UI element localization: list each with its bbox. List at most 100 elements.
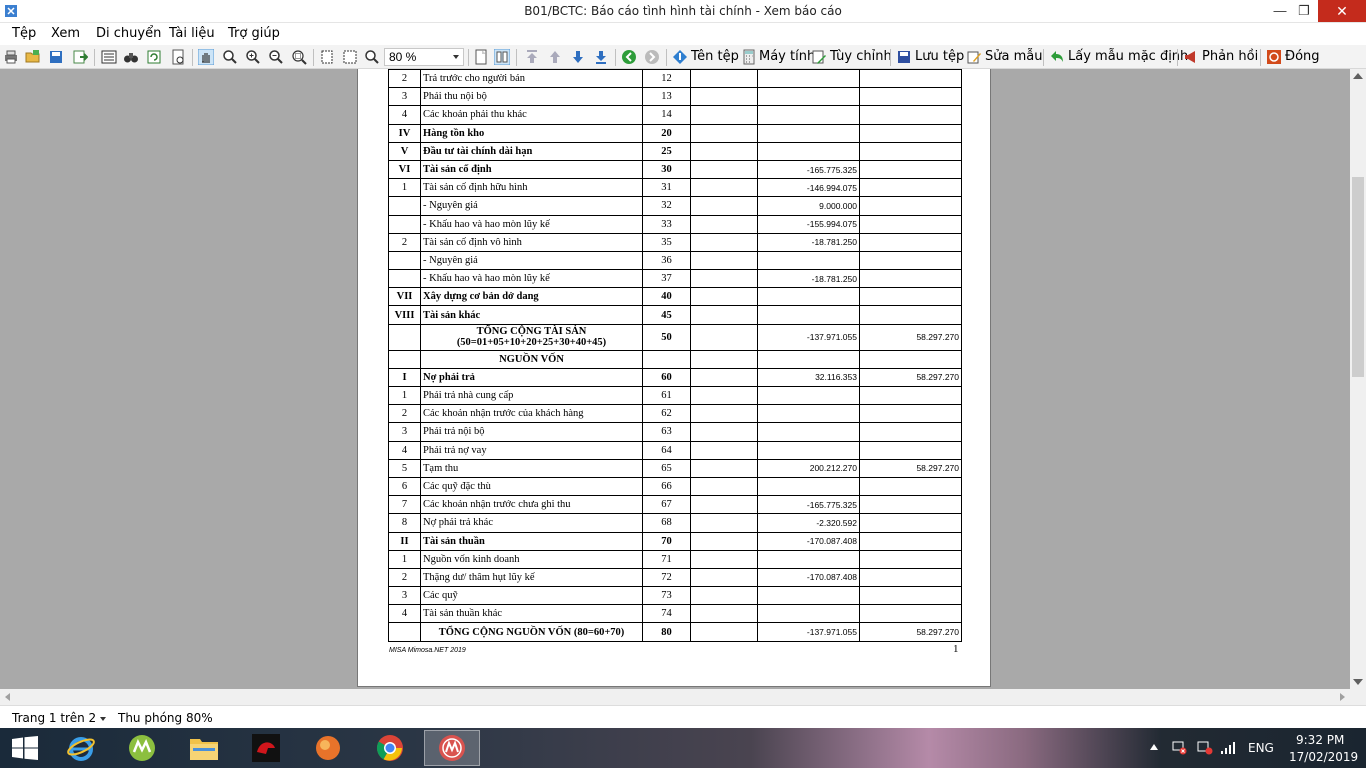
fit-width-icon[interactable] bbox=[319, 49, 335, 65]
zoom-out-icon[interactable] bbox=[268, 49, 284, 65]
page-number: 1 bbox=[953, 643, 959, 655]
scroll-down-icon[interactable] bbox=[1353, 679, 1363, 685]
refresh-icon[interactable] bbox=[146, 49, 162, 65]
single-page-icon[interactable] bbox=[473, 49, 489, 65]
windows-start-icon[interactable] bbox=[12, 736, 38, 760]
current-year-value bbox=[757, 422, 860, 442]
row-index: 3 bbox=[388, 87, 421, 107]
menu-help[interactable]: Trợ giúp bbox=[228, 26, 280, 41]
first-page-icon[interactable] bbox=[524, 49, 540, 65]
undo-icon[interactable] bbox=[1049, 49, 1065, 65]
calculator-button[interactable]: Máy tính bbox=[759, 49, 815, 64]
previous-year-value bbox=[859, 232, 962, 252]
menu-navigate[interactable]: Di chuyển bbox=[96, 26, 161, 41]
row-label: Tài sản cố định hữu hình bbox=[420, 178, 643, 198]
page-setup-icon[interactable] bbox=[170, 49, 186, 65]
maximize-button[interactable]: ❐ bbox=[1290, 0, 1318, 22]
hand-tool-icon[interactable] bbox=[198, 49, 214, 65]
find-binoculars-icon[interactable] bbox=[123, 49, 139, 65]
row-code: 63 bbox=[642, 422, 691, 442]
close-icon[interactable] bbox=[1266, 49, 1282, 65]
zoom-in-icon[interactable] bbox=[245, 49, 261, 65]
default-template-button[interactable]: Lấy mẫu mặc định bbox=[1068, 49, 1188, 64]
save-template-button[interactable]: Lưu tệp bbox=[915, 49, 964, 64]
multi-page-icon[interactable] bbox=[494, 49, 510, 65]
taskbar-ie[interactable] bbox=[53, 730, 109, 766]
network-error-icon[interactable] bbox=[1171, 739, 1187, 755]
rename-button[interactable]: Tên tệp bbox=[691, 49, 739, 64]
export-icon[interactable] bbox=[72, 49, 88, 65]
menu-file[interactable]: Tệp bbox=[12, 26, 36, 41]
row-label: Phải trả nội bộ bbox=[420, 422, 643, 442]
report-row: 6 Các quỹ đặc thù 66 bbox=[388, 476, 962, 497]
edit-template-icon[interactable] bbox=[966, 49, 982, 65]
print-icon[interactable] bbox=[3, 49, 19, 65]
capital-header: NGUỒN VỐN bbox=[420, 349, 643, 369]
row-code: 67 bbox=[642, 495, 691, 515]
taskbar-misa-mimosa-active[interactable] bbox=[424, 730, 480, 766]
customize-icon[interactable] bbox=[811, 49, 827, 65]
zoom-region-icon[interactable] bbox=[291, 49, 307, 65]
report-viewer[interactable]: 2 Trả trước cho người bán 12 3 Phải thu nội … bbox=[0, 69, 1350, 689]
row-index: 1 bbox=[388, 385, 421, 406]
clock-time[interactable]: 9:32 PM bbox=[1296, 733, 1344, 747]
customize-button[interactable]: Tùy chỉnh bbox=[830, 49, 892, 64]
taskbar-browser[interactable] bbox=[300, 730, 356, 766]
total-assets-label: TỔNG CỘNG TÀI SẢN bbox=[476, 326, 587, 338]
row-code: 64 bbox=[642, 440, 691, 460]
taskbar-file-explorer[interactable] bbox=[176, 730, 232, 766]
scroll-right-icon[interactable] bbox=[1340, 693, 1345, 701]
current-year-value bbox=[757, 69, 860, 89]
menu-document[interactable]: Tài liệu bbox=[169, 26, 215, 41]
clock-date[interactable]: 17/02/2019 bbox=[1289, 750, 1358, 764]
megaphone-icon[interactable] bbox=[1183, 49, 1199, 65]
taskbar-misa-app[interactable] bbox=[114, 730, 170, 766]
back-icon[interactable] bbox=[621, 49, 637, 65]
magnifier-icon[interactable] bbox=[222, 49, 238, 65]
current-year-value bbox=[757, 87, 860, 107]
scroll-thumb[interactable] bbox=[1352, 177, 1364, 377]
open-folder-icon[interactable] bbox=[25, 49, 41, 65]
row-index: VIII bbox=[388, 305, 421, 325]
row-code: 45 bbox=[642, 305, 691, 325]
vertical-scrollbar[interactable] bbox=[1350, 69, 1366, 689]
fit-page-icon[interactable] bbox=[342, 49, 358, 65]
next-page-icon[interactable] bbox=[570, 49, 586, 65]
table-of-contents-icon[interactable] bbox=[101, 49, 117, 65]
horizontal-scrollbar[interactable] bbox=[0, 689, 1350, 705]
previous-page-icon[interactable] bbox=[547, 49, 563, 65]
save-template-icon[interactable] bbox=[896, 49, 912, 65]
taskbar-chrome[interactable] bbox=[362, 730, 418, 766]
row-label: - Khấu hao và hao mòn lũy kế bbox=[420, 214, 643, 234]
current-year-value: -137.971.055 bbox=[757, 622, 860, 642]
last-page-icon[interactable] bbox=[593, 49, 609, 65]
scroll-up-icon[interactable] bbox=[1353, 73, 1363, 79]
scroll-left-icon[interactable] bbox=[5, 693, 10, 701]
calculator-icon[interactable] bbox=[741, 49, 757, 65]
previous-year-value bbox=[859, 604, 962, 624]
show-hidden-icons-icon[interactable] bbox=[1150, 744, 1158, 750]
power-plug-icon[interactable] bbox=[1195, 739, 1213, 755]
zoom-select[interactable]: 80 % bbox=[384, 48, 464, 66]
feedback-button[interactable]: Phản hồi bbox=[1202, 49, 1258, 64]
save-icon[interactable] bbox=[48, 49, 64, 65]
close-report-button[interactable]: Đóng bbox=[1285, 49, 1320, 64]
close-window-button[interactable]: ✕ bbox=[1318, 0, 1366, 22]
menu-view[interactable]: Xem bbox=[51, 26, 80, 41]
row-code: 71 bbox=[642, 549, 691, 569]
input-language[interactable]: ENG bbox=[1248, 741, 1274, 755]
current-year-value bbox=[757, 586, 860, 606]
signal-strength-icon[interactable] bbox=[1220, 739, 1236, 755]
forward-icon[interactable] bbox=[644, 49, 660, 65]
scrollbar-corner bbox=[1350, 689, 1366, 705]
rename-icon[interactable] bbox=[672, 49, 688, 65]
row-code: 80 bbox=[642, 622, 691, 642]
report-row: VIII Tài sản khác 45 bbox=[388, 305, 962, 325]
zoom-percent-icon[interactable] bbox=[364, 49, 380, 65]
row-note bbox=[690, 404, 758, 424]
edit-template-button[interactable]: Sửa mẫu bbox=[985, 49, 1042, 64]
page-indicator[interactable]: Trang 1 trên 2 bbox=[12, 711, 107, 725]
current-year-value: -146.994.075 bbox=[757, 178, 860, 198]
taskbar-garena[interactable] bbox=[238, 730, 294, 766]
row-index: 4 bbox=[388, 105, 421, 125]
